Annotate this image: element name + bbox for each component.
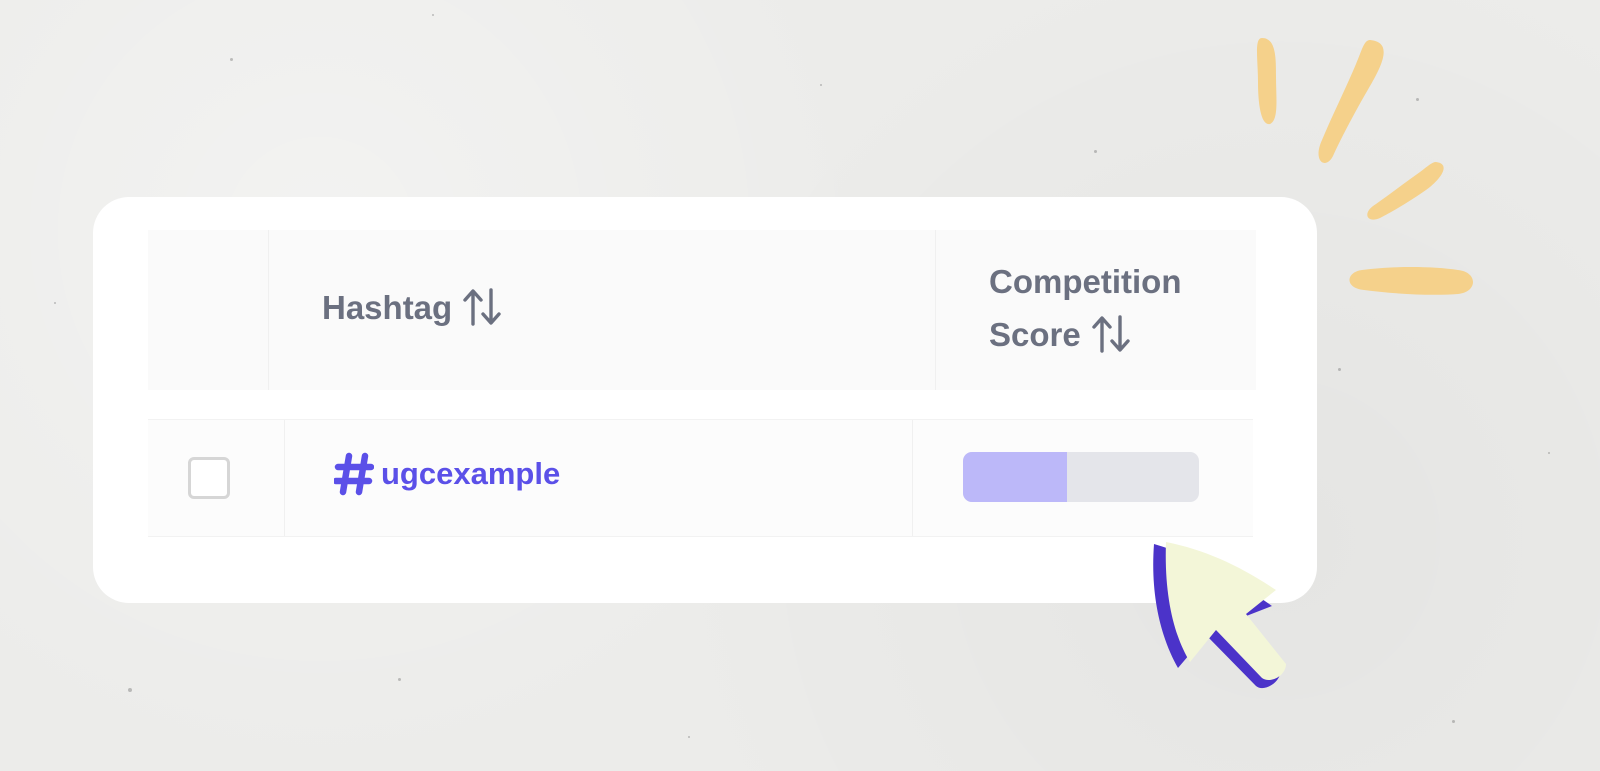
column-header-competition-label-line2: Score — [989, 316, 1081, 353]
sparkle-stroke — [1257, 38, 1277, 125]
column-header-hashtag-label: Hashtag — [322, 289, 453, 326]
header-divider — [268, 230, 269, 390]
competition-score-fill — [963, 452, 1067, 502]
table-header-row: Hashtag Competition Score — [148, 230, 1256, 390]
hashtag-link[interactable]: ugcexample — [334, 452, 560, 496]
column-header-competition-label-line1: Competition — [989, 263, 1182, 300]
hash-icon — [334, 452, 374, 496]
sparkle-stroke — [1349, 267, 1473, 295]
column-header-competition-score[interactable]: Competition Score — [989, 255, 1181, 361]
sparkle-stroke — [1318, 40, 1384, 163]
table-row: ugcexample — [148, 419, 1253, 537]
column-header-hashtag[interactable]: Hashtag — [322, 281, 502, 334]
sort-arrows-icon[interactable] — [462, 286, 502, 328]
sort-arrows-icon[interactable] — [1091, 313, 1131, 355]
row-divider — [912, 420, 913, 536]
row-select-checkbox[interactable] — [188, 457, 230, 499]
row-divider — [284, 420, 285, 536]
hashtag-text: ugcexample — [381, 456, 561, 491]
competition-score-bar — [963, 452, 1199, 502]
sparkle-stroke — [1367, 162, 1444, 220]
header-divider — [935, 230, 936, 390]
